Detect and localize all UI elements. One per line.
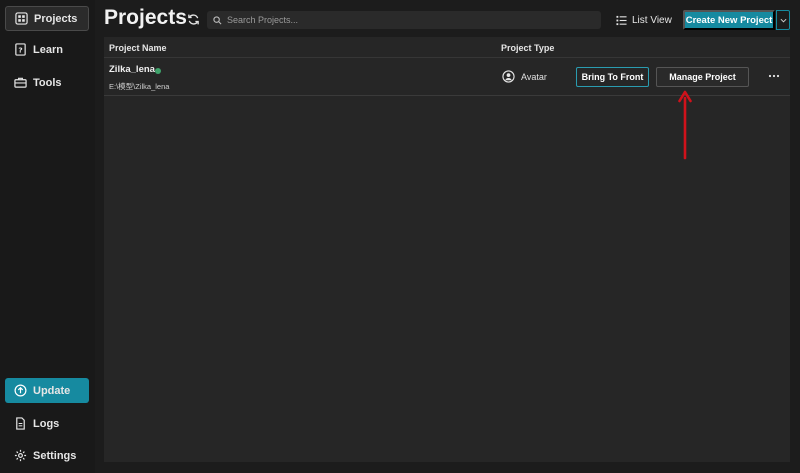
sidebar-item-label: Tools: [33, 76, 62, 89]
sidebar: Projects ? Learn Tools Update Logs Setti…: [0, 0, 95, 473]
toolbox-icon: [14, 77, 27, 88]
grid-icon: [15, 12, 28, 25]
search-icon: [213, 15, 222, 24]
project-type: Avatar: [521, 72, 547, 82]
status-indicator: [155, 68, 161, 74]
sidebar-item-settings[interactable]: Settings: [5, 443, 89, 468]
document-icon: [16, 417, 25, 430]
create-new-project-button[interactable]: Create New Project: [683, 10, 775, 30]
sidebar-item-label: Projects: [34, 12, 78, 25]
main-content: Projects List View Create New Project Pr…: [95, 0, 800, 473]
help-book-icon: ?: [15, 43, 26, 56]
sidebar-item-learn[interactable]: ? Learn: [5, 37, 89, 62]
svg-text:?: ?: [18, 45, 22, 54]
bring-to-front-button[interactable]: Bring To Front: [576, 67, 649, 87]
page-title: Projects: [104, 6, 187, 29]
project-path: E:\模型\Zilka_lena: [109, 82, 170, 91]
sidebar-item-label: Learn: [33, 43, 63, 56]
list-view-toggle[interactable]: List View: [616, 11, 672, 29]
sidebar-item-label: Logs: [33, 417, 60, 430]
annotation-arrow-icon: [678, 90, 692, 160]
project-name: Zilka_lena: [109, 64, 155, 75]
upload-circle-icon: [14, 384, 27, 397]
more-options-icon[interactable]: [768, 73, 780, 79]
column-header-project-name[interactable]: Project Name: [109, 43, 167, 53]
chevron-down-icon: [780, 18, 786, 22]
sidebar-item-label: Settings: [33, 449, 77, 462]
search-box[interactable]: [207, 11, 601, 29]
sidebar-item-tools[interactable]: Tools: [5, 70, 89, 95]
avatar-icon: [502, 70, 515, 83]
manage-project-button[interactable]: Manage Project: [656, 67, 749, 87]
refresh-icon[interactable]: [187, 13, 200, 26]
sidebar-item-update[interactable]: Update: [5, 378, 89, 403]
list-icon: [616, 15, 627, 25]
sidebar-item-logs[interactable]: Logs: [5, 411, 89, 436]
sidebar-item-label: Update: [33, 384, 71, 397]
gear-icon: [14, 449, 27, 462]
column-header-project-type[interactable]: Project Type: [501, 43, 554, 53]
sidebar-item-projects[interactable]: Projects: [5, 6, 89, 31]
create-dropdown-button[interactable]: [776, 10, 790, 30]
search-input[interactable]: [227, 15, 587, 25]
list-view-label: List View: [632, 14, 672, 26]
